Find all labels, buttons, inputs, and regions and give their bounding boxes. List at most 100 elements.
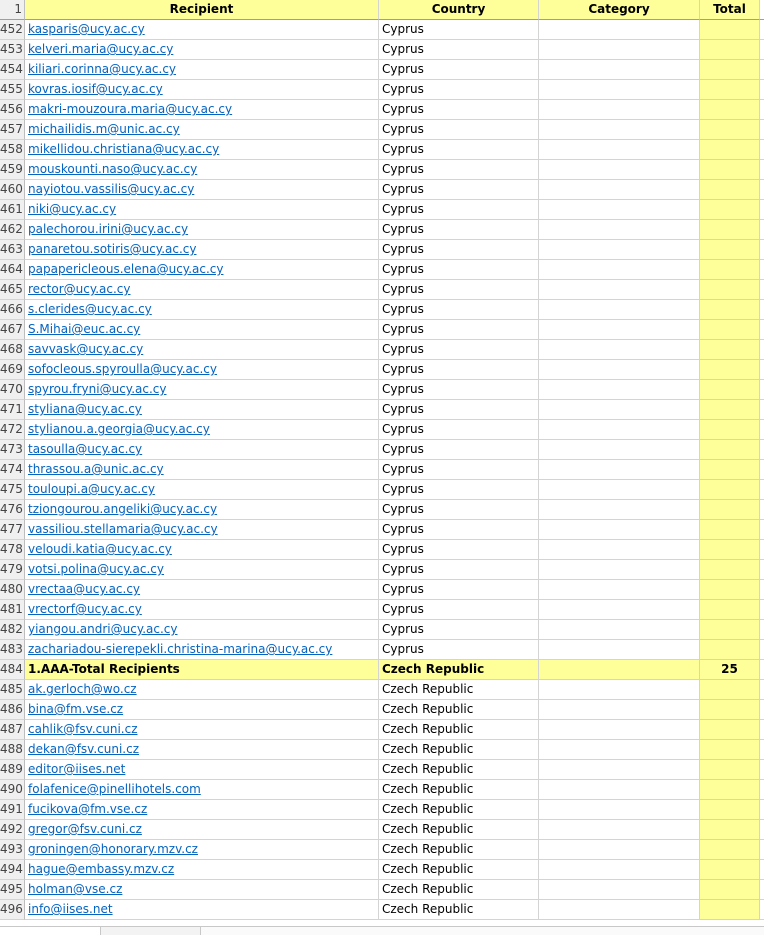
total-cell[interactable] xyxy=(700,300,760,320)
email-link[interactable]: groningen@honorary.mzv.cz xyxy=(28,842,198,856)
empty-cell[interactable] xyxy=(760,880,764,900)
row-number[interactable]: 488 xyxy=(0,740,25,760)
category-cell[interactable] xyxy=(539,620,700,640)
total-cell[interactable] xyxy=(700,840,760,860)
total-cell[interactable] xyxy=(700,540,760,560)
category-cell[interactable] xyxy=(539,680,700,700)
row-number[interactable]: 486 xyxy=(0,700,25,720)
total-cell[interactable] xyxy=(700,160,760,180)
recipient-cell[interactable]: groningen@honorary.mzv.cz xyxy=(25,840,379,860)
empty-cell[interactable] xyxy=(760,380,764,400)
total-cell[interactable] xyxy=(700,60,760,80)
empty-cell[interactable] xyxy=(760,340,764,360)
email-link[interactable]: info@iises.net xyxy=(28,902,113,916)
recipient-cell[interactable]: kasparis@ucy.ac.cy xyxy=(25,20,379,40)
recipient-cell[interactable]: michailidis.m@unic.ac.cy xyxy=(25,120,379,140)
country-cell[interactable]: Cyprus xyxy=(379,400,539,420)
total-cell[interactable] xyxy=(700,100,760,120)
total-cell[interactable] xyxy=(700,200,760,220)
country-cell[interactable]: Czech Republic xyxy=(379,740,539,760)
recipient-cell[interactable]: makri-mouzoura.maria@ucy.ac.cy xyxy=(25,100,379,120)
empty-cell[interactable] xyxy=(760,260,764,280)
email-link[interactable]: dekan@fsv.cuni.cz xyxy=(28,742,139,756)
recipient-cell[interactable]: S.Mihai@euc.ac.cy xyxy=(25,320,379,340)
country-cell[interactable]: Czech Republic xyxy=(379,780,539,800)
country-cell[interactable]: Cyprus xyxy=(379,320,539,340)
header-recipient[interactable]: Recipient xyxy=(25,0,379,20)
country-cell[interactable]: Cyprus xyxy=(379,100,539,120)
total-cell[interactable] xyxy=(700,900,760,920)
empty-cell[interactable] xyxy=(760,80,764,100)
recipient-cell[interactable]: veloudi.katia@ucy.ac.cy xyxy=(25,540,379,560)
email-link[interactable]: cahlik@fsv.cuni.cz xyxy=(28,722,138,736)
empty-cell[interactable] xyxy=(760,100,764,120)
recipient-cell[interactable]: bina@fm.vse.cz xyxy=(25,700,379,720)
empty-cell[interactable] xyxy=(760,400,764,420)
country-cell[interactable]: Cyprus xyxy=(379,60,539,80)
total-cell[interactable] xyxy=(700,680,760,700)
email-link[interactable]: kasparis@ucy.ac.cy xyxy=(28,22,145,36)
row-number[interactable]: 485 xyxy=(0,680,25,700)
total-cell[interactable] xyxy=(700,860,760,880)
category-cell[interactable] xyxy=(539,380,700,400)
country-cell[interactable]: Cyprus xyxy=(379,140,539,160)
email-link[interactable]: fucikova@fm.vse.cz xyxy=(28,802,147,816)
total-cell[interactable] xyxy=(700,120,760,140)
email-link[interactable]: tziongourou.angeliki@ucy.ac.cy xyxy=(28,502,217,516)
empty-cell[interactable] xyxy=(760,900,764,920)
total-cell[interactable] xyxy=(700,440,760,460)
total-cell[interactable] xyxy=(700,620,760,640)
recipient-cell[interactable]: tasoulla@ucy.ac.cy xyxy=(25,440,379,460)
email-link[interactable]: vassiliou.stellamaria@ucy.ac.cy xyxy=(28,522,218,536)
row-number[interactable]: 460 xyxy=(0,180,25,200)
empty-cell[interactable] xyxy=(760,600,764,620)
email-link[interactable]: thrassou.a@unic.ac.cy xyxy=(28,462,164,476)
category-cell[interactable] xyxy=(539,220,700,240)
recipient-cell[interactable]: niki@ucy.ac.cy xyxy=(25,200,379,220)
recipient-cell[interactable]: vrectaa@ucy.ac.cy xyxy=(25,580,379,600)
country-cell[interactable]: Cyprus xyxy=(379,20,539,40)
empty-cell[interactable] xyxy=(760,180,764,200)
row-number[interactable]: 465 xyxy=(0,280,25,300)
row-number[interactable]: 476 xyxy=(0,500,25,520)
row-number[interactable]: 470 xyxy=(0,380,25,400)
category-cell[interactable] xyxy=(539,400,700,420)
category-cell[interactable] xyxy=(539,260,700,280)
total-cell[interactable] xyxy=(700,880,760,900)
category-cell[interactable] xyxy=(539,600,700,620)
total-cell[interactable] xyxy=(700,760,760,780)
country-cell[interactable]: Czech Republic xyxy=(379,900,539,920)
country-cell[interactable]: Cyprus xyxy=(379,300,539,320)
email-link[interactable]: ak.gerloch@wo.cz xyxy=(28,682,137,696)
empty-cell[interactable] xyxy=(760,500,764,520)
category-cell[interactable] xyxy=(539,580,700,600)
total-cell[interactable] xyxy=(700,140,760,160)
category-cell[interactable] xyxy=(539,720,700,740)
email-link[interactable]: nayiotou.vassilis@ucy.ac.cy xyxy=(28,182,194,196)
email-link[interactable]: spyrou.fryni@ucy.ac.cy xyxy=(28,382,166,396)
country-cell[interactable]: Cyprus xyxy=(379,380,539,400)
recipient-cell[interactable]: panaretou.sotiris@ucy.ac.cy xyxy=(25,240,379,260)
row-number[interactable]: 459 xyxy=(0,160,25,180)
empty-cell[interactable] xyxy=(760,140,764,160)
category-cell[interactable] xyxy=(539,800,700,820)
country-cell[interactable]: Cyprus xyxy=(379,580,539,600)
country-cell[interactable]: Cyprus xyxy=(379,560,539,580)
category-cell[interactable] xyxy=(539,100,700,120)
category-cell[interactable] xyxy=(539,860,700,880)
country-cell[interactable]: Cyprus xyxy=(379,640,539,660)
total-cell[interactable] xyxy=(700,260,760,280)
email-link[interactable]: vrectaa@ucy.ac.cy xyxy=(28,582,140,596)
recipient-cell[interactable]: dekan@fsv.cuni.cz xyxy=(25,740,379,760)
header-total[interactable]: Total xyxy=(700,0,760,20)
total-cell[interactable] xyxy=(700,20,760,40)
row-number[interactable]: 492 xyxy=(0,820,25,840)
total-cell[interactable] xyxy=(700,220,760,240)
email-link[interactable]: kovras.iosif@ucy.ac.cy xyxy=(28,82,163,96)
row-number[interactable]: 453 xyxy=(0,40,25,60)
row-number[interactable]: 481 xyxy=(0,600,25,620)
total-cell[interactable] xyxy=(700,80,760,100)
total-cell[interactable] xyxy=(700,420,760,440)
country-cell[interactable]: Cyprus xyxy=(379,620,539,640)
category-cell[interactable] xyxy=(539,840,700,860)
